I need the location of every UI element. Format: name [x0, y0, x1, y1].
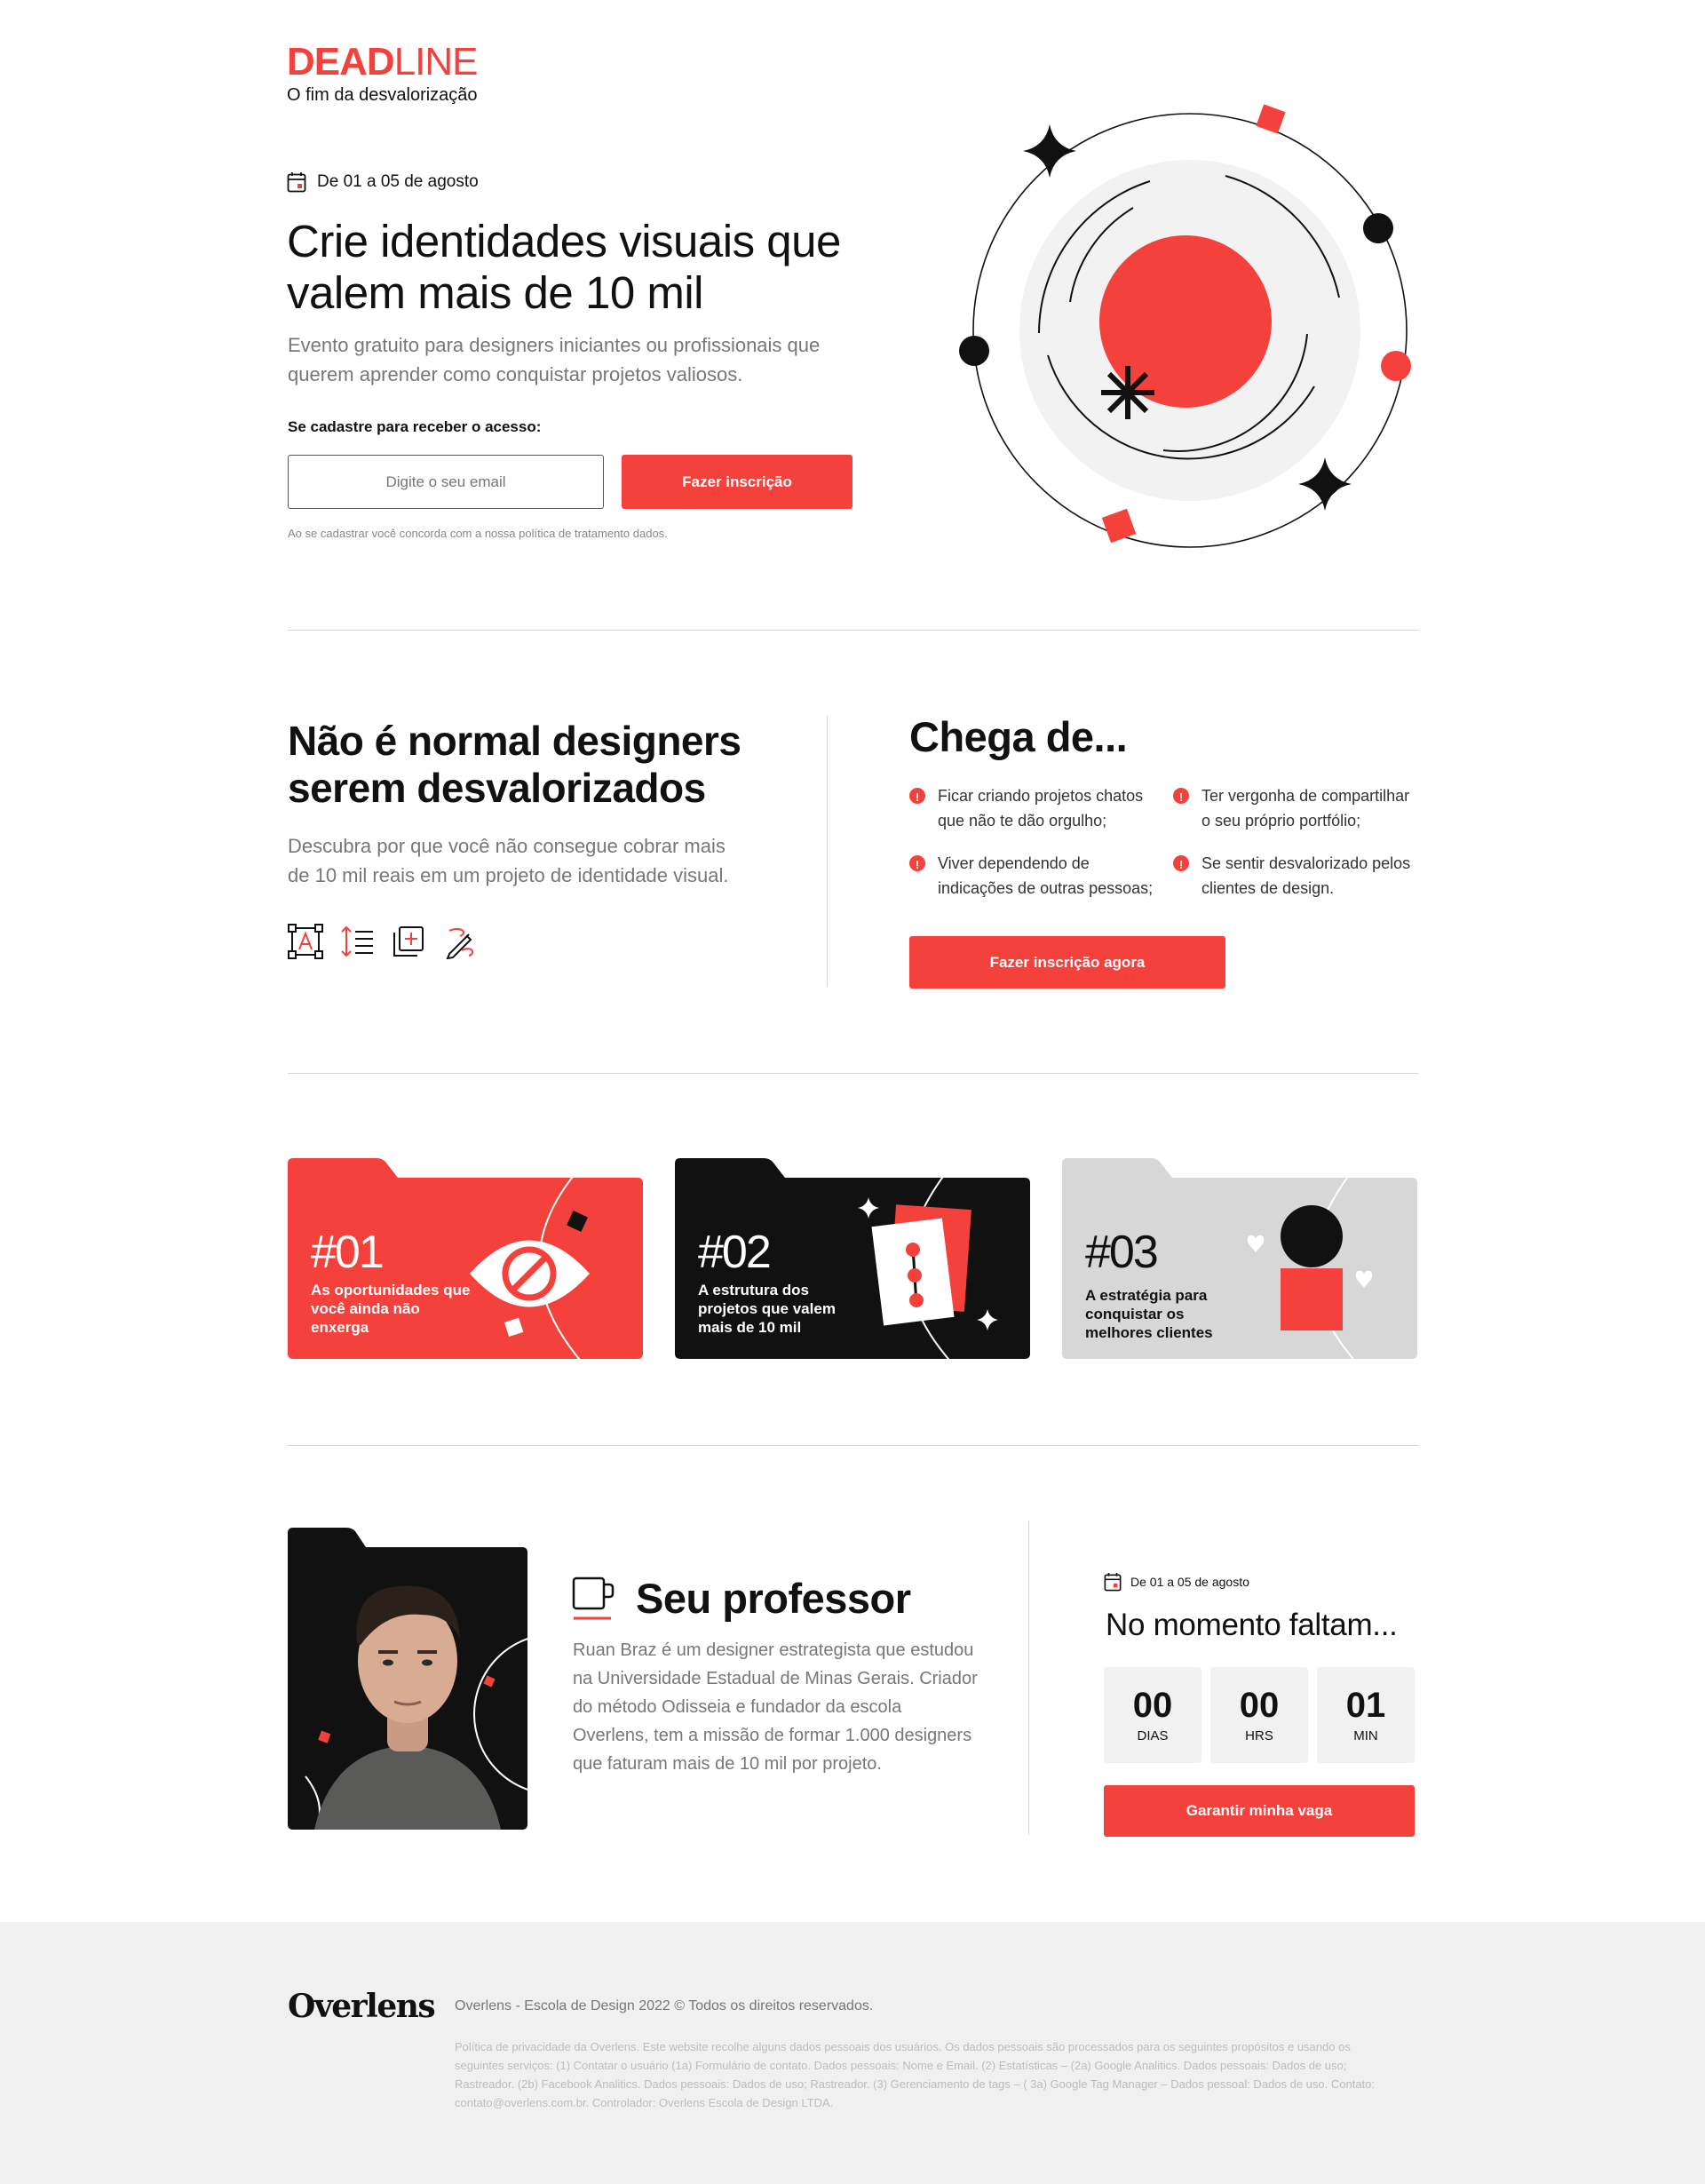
countdown-days: 00 DIAS — [1104, 1667, 1201, 1763]
alert-icon — [1173, 785, 1189, 810]
logo-light: LINE — [393, 40, 479, 83]
pain-point: Ter vergonha de compartilhar o seu própr… — [1173, 783, 1422, 833]
countdown-hours: 00 HRS — [1210, 1667, 1308, 1763]
pain-point-text: Se sentir desvalorizado pelos clientes d… — [1201, 854, 1411, 897]
pain-point: Se sentir desvalorizado pelos clientes d… — [1173, 851, 1422, 901]
hero-date: De 01 a 05 de agosto — [287, 171, 479, 193]
orbit-illustration — [959, 104, 1411, 548]
section-divider — [288, 1073, 1418, 1074]
card-text: A estratégia para conquistar os melhores… — [1085, 1287, 1213, 1341]
card-number: #02 — [698, 1227, 772, 1278]
countdown-title: No momento faltam... — [1106, 1608, 1398, 1642]
hero-date-text: De 01 a 05 de agosto — [317, 172, 479, 191]
brand-tagline: O fim da desvalorização — [287, 85, 478, 105]
countdown-date: De 01 a 05 de agosto — [1104, 1572, 1249, 1592]
text-frame-icon — [288, 924, 323, 959]
countdown-date-text: De 01 a 05 de agosto — [1130, 1575, 1249, 1589]
calendar-icon — [287, 172, 306, 193]
topic-card-02: #02 A estrutura dos projetos que valem m… — [675, 1158, 1030, 1359]
logo-bold: DEAD — [287, 40, 395, 83]
footer-copyright: Overlens - Escola de Design 2022 © Todos… — [455, 1998, 874, 2013]
hero-title: Crie identidades visuais que valem mais … — [287, 216, 841, 318]
alert-icon — [909, 785, 925, 810]
alert-icon — [1173, 853, 1189, 878]
section-divider — [288, 630, 1418, 631]
section-divider — [288, 1445, 1418, 1446]
secure-spot-button[interactable]: Garantir minha vaga — [1104, 1785, 1415, 1837]
professor-header: Seu professor — [572, 1574, 911, 1623]
pain-point: Ficar criando projetos chatos que não te… — [909, 783, 1158, 833]
countdown-minutes: 01 MIN — [1317, 1667, 1415, 1763]
footer-privacy-policy: Política de privacidade da Overlens. Est… — [455, 2040, 1376, 2109]
professor-bio: Ruan Braz é um designer estrategista que… — [573, 1640, 978, 1774]
professor-title: Seu professor — [636, 1575, 911, 1622]
professor-photo — [288, 1528, 527, 1830]
countdown-value: 01 — [1345, 1685, 1386, 1725]
countdown-value: 00 — [1239, 1685, 1280, 1725]
section-vertical-divider — [827, 716, 828, 987]
countdown-label: MIN — [1353, 1727, 1378, 1743]
card-number: #01 — [311, 1227, 385, 1278]
asterisk-icon — [1101, 366, 1154, 419]
pain-point: Viver dependendo de indicações de outras… — [909, 851, 1158, 901]
problem-subtitle: Descubra por que você não consegue cobra… — [288, 835, 729, 886]
enough-title: Chega de... — [909, 713, 1128, 760]
brand-logo[interactable]: DEADLINE — [287, 40, 479, 83]
countdown-label: DIAS — [1137, 1727, 1169, 1743]
problem-title: Não é normal designers serem desvaloriza… — [288, 718, 741, 811]
add-layer-icon — [393, 926, 424, 957]
signup-now-button[interactable]: Fazer inscrição agora — [909, 936, 1225, 989]
form-label: Se cadastre para receber o acesso: — [288, 418, 542, 435]
hero-subtitle: Evento gratuito para designers iniciante… — [288, 334, 821, 385]
sparkle-icon — [1023, 124, 1076, 178]
pen-tool-icon — [446, 927, 474, 959]
topic-card-03: #03 A estratégia para conquistar os melh… — [1062, 1158, 1417, 1359]
design-tool-icons — [288, 924, 478, 959]
topic-card-01: #01 As oportunidades que você ainda não … — [288, 1158, 643, 1359]
alert-icon — [909, 853, 925, 878]
card-text: As oportunidades que você ainda não enxe… — [311, 1282, 471, 1336]
coffee-cup-icon — [572, 1576, 615, 1619]
footer-logo[interactable]: Overlens — [288, 1988, 436, 2025]
countdown-value: 00 — [1132, 1685, 1173, 1725]
privacy-notice: Ao se cadastrar você concorda com a noss… — [288, 527, 668, 540]
email-input[interactable] — [288, 455, 604, 509]
pain-point-text: Viver dependendo de indicações de outras… — [938, 854, 1154, 897]
line-height-icon — [341, 925, 373, 957]
countdown-label: HRS — [1245, 1727, 1273, 1743]
section-vertical-divider — [1028, 1521, 1029, 1835]
pain-point-text: Ter vergonha de compartilhar o seu própr… — [1201, 787, 1410, 830]
calendar-icon — [1104, 1573, 1122, 1592]
countdown-timer: 00 DIAS 00 HRS 01 MIN — [1104, 1667, 1415, 1763]
pain-point-text: Ficar criando projetos chatos que não te… — [938, 787, 1144, 830]
signup-button[interactable]: Fazer inscrição — [622, 455, 852, 509]
card-number: #03 — [1085, 1227, 1159, 1278]
card-text: A estrutura dos projetos que valem mais … — [698, 1282, 836, 1336]
sparkle-icon — [1298, 457, 1352, 511]
